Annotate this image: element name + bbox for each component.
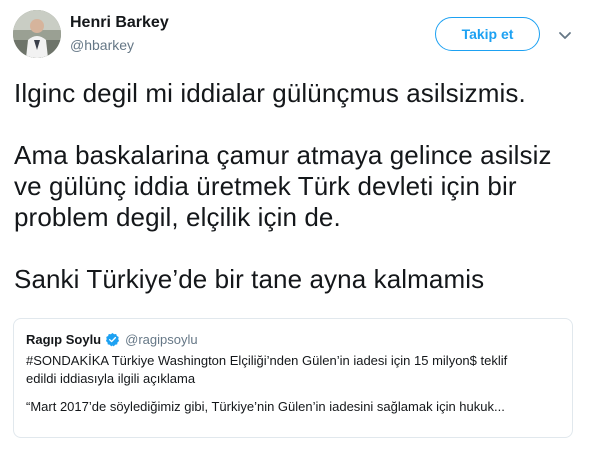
avatar-photo	[13, 10, 61, 58]
tweet-paragraph: Ama baskalarina çamur atmaya gelince asi…	[14, 140, 552, 232]
tweet-text: Ilginc degil mi iddialar gülünçmus asils…	[14, 78, 582, 295]
tweet-paragraph: Sanki Türkiye’de bir tane ayna kalmamis	[14, 264, 485, 294]
follow-button[interactable]: Takip et	[435, 17, 540, 51]
quoted-author-name: Ragıp Soylu	[26, 331, 102, 347]
quoted-tweet-text-continued: “Mart 2017’de söylediğimiz gibi, Türkiye…	[26, 399, 505, 414]
chevron-down-icon[interactable]	[558, 28, 572, 39]
verified-badge-icon	[105, 332, 120, 347]
tweet-card: Henri Barkey @hbarkey Takip et Ilginc de…	[0, 0, 594, 452]
tweet-paragraph: Ilginc degil mi iddialar gülünçmus asils…	[14, 78, 526, 108]
author-name[interactable]: Henri Barkey	[70, 14, 169, 32]
quoted-tweet-text: #SONDAKİKA Türkiye Washington Elçiliği’n…	[26, 353, 508, 386]
quoted-tweet-header: Ragıp Soylu @ragipsoylu	[26, 330, 562, 348]
quoted-tweet[interactable]: Ragıp Soylu @ragipsoylu #SONDAKİKA Türki…	[13, 318, 573, 438]
author-handle[interactable]: @hbarkey	[70, 37, 134, 53]
avatar[interactable]	[13, 10, 61, 58]
quoted-author-handle: @ragipsoylu	[125, 331, 198, 347]
